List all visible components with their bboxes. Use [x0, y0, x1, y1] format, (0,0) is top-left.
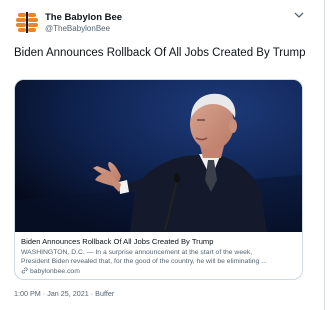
tweet-date[interactable]: Jan 25, 2021	[47, 289, 89, 298]
tweet-header: The Babylon Bee @TheBabylonBee	[14, 9, 314, 41]
author-block: The Babylon Bee @TheBabylonBee	[45, 12, 122, 34]
divider	[324, 0, 325, 310]
separator: ·	[42, 289, 46, 299]
card-description-line: President Biden revealed that, for the g…	[21, 258, 267, 265]
link-icon	[21, 267, 28, 274]
babylon-bee-logo-icon	[16, 12, 38, 33]
tweet-footer: 1:00 PM · Jan 25, 2021 · Buffer	[14, 289, 314, 299]
card-photo[interactable]	[15, 80, 302, 232]
chevron-down-icon	[294, 12, 304, 18]
card-domain-row[interactable]: babylonbee.com	[21, 267, 299, 277]
author-name[interactable]: The Babylon Bee	[45, 12, 122, 23]
card-photo-illustration	[15, 80, 302, 232]
card-description-line: WASHINGTON, D.C. — In a surprise announc…	[21, 249, 253, 256]
card-meta: Biden Announces Rollback Of All Jobs Cre…	[21, 237, 299, 277]
more-options-button[interactable]	[293, 11, 305, 21]
card-domain[interactable]: babylonbee.com	[30, 268, 80, 275]
tweet-time[interactable]: 1:00 PM	[14, 289, 41, 298]
tweet-source[interactable]: Buffer	[95, 289, 114, 298]
avatar[interactable]	[14, 9, 40, 35]
author-handle[interactable]: @TheBabylonBee	[45, 23, 122, 34]
link-card[interactable]: Biden Announces Rollback Of All Jobs Cre…	[14, 79, 303, 280]
card-title[interactable]: Biden Announces Rollback Of All Jobs Cre…	[21, 237, 299, 247]
card-description: WASHINGTON, D.C. — In a surprise announc…	[21, 248, 299, 266]
separator: ·	[90, 289, 94, 299]
tweet-embed: The Babylon Bee @TheBabylonBee Biden Ann…	[0, 0, 330, 310]
tweet-text: Biden Announces Rollback Of All Jobs Cre…	[14, 47, 306, 59]
